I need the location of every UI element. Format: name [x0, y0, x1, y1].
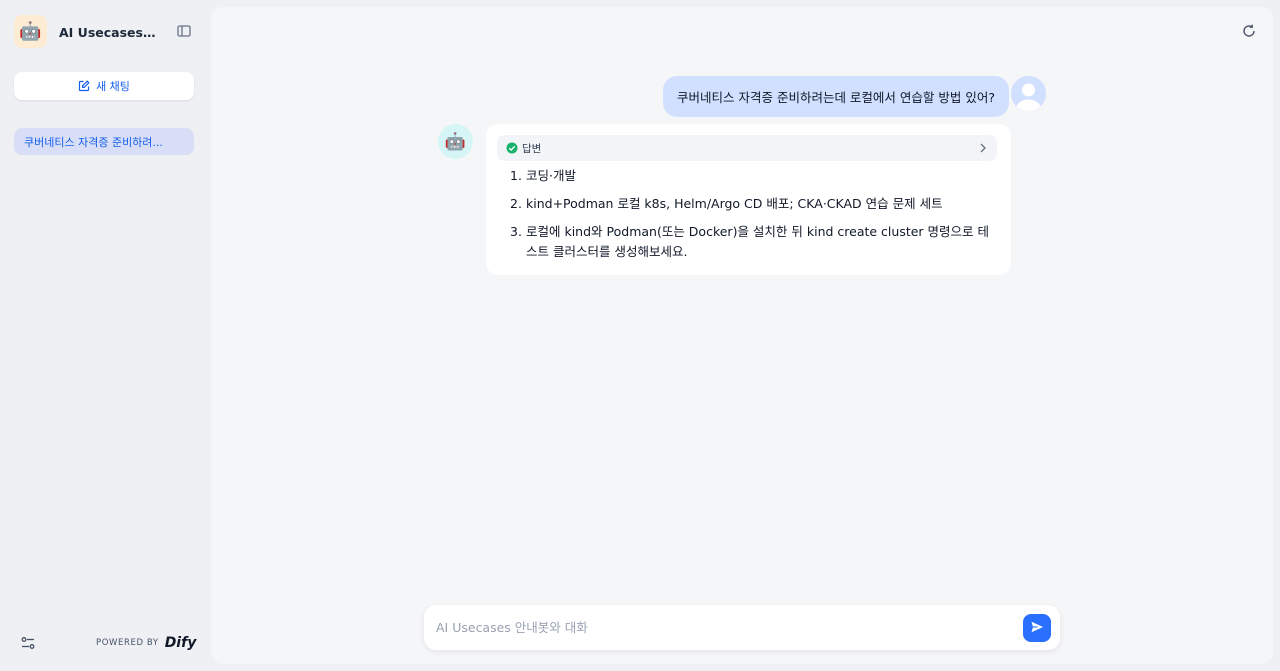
refresh-icon[interactable] — [1241, 23, 1257, 39]
list-number: 2. — [510, 196, 522, 211]
bot-avatar: 🤖 — [438, 124, 473, 159]
user-message: 쿠버네티스 자격증 준비하려는데 로컬에서 연습할 방법 있어? — [663, 76, 1009, 117]
list-item: 2. kind+Podman 로컬 k8s, Helm/Argo CD 배포; … — [510, 194, 1000, 214]
list-text: kind+Podman 로컬 k8s, Helm/Argo CD 배포; CKA… — [526, 196, 943, 211]
new-chat-button[interactable]: 새 채팅 — [14, 72, 194, 100]
app-header: 🤖 AI Usecases 안… — [14, 14, 196, 48]
user-avatar — [1011, 76, 1046, 111]
sidebar: 🤖 AI Usecases 안… 새 채팅 쿠버네티스 자격증 준비하려... … — [0, 0, 211, 671]
powered-by: POWERED BY Dify — [96, 634, 196, 652]
chat-main: 쿠버네티스 자격증 준비하려는데 로컬에서 연습할 방법 있어? 🤖 답변 1.… — [211, 7, 1273, 664]
chevron-right-icon — [978, 142, 988, 154]
robot-icon: 🤖 — [14, 14, 47, 48]
send-button[interactable] — [1023, 614, 1051, 642]
answer-tag-label: 답변 — [522, 142, 542, 155]
new-chat-label: 새 채팅 — [96, 80, 130, 93]
list-text: 로컬에 kind와 Podman(또는 Docker)을 설치한 뒤 kind … — [526, 224, 990, 259]
chat-input-box — [424, 605, 1060, 650]
sliders-icon[interactable] — [20, 635, 36, 651]
list-text: 코딩·개발 — [526, 168, 576, 183]
check-circle-icon — [506, 142, 518, 154]
conversation-item[interactable]: 쿠버네티스 자격증 준비하려... — [14, 128, 194, 155]
list-number: 3. — [510, 224, 522, 239]
answer-list: 1. 코딩·개발 2. kind+Podman 로컬 k8s, Helm/Arg… — [510, 166, 1000, 270]
dify-logo: Dify — [164, 635, 197, 651]
list-item: 1. 코딩·개발 — [510, 166, 1000, 186]
edit-icon — [78, 80, 90, 92]
answer-card: 답변 1. 코딩·개발 2. kind+Podman 로컬 k8s, Helm/… — [486, 124, 1011, 275]
answer-tag[interactable]: 답변 — [497, 135, 997, 161]
powered-label: POWERED BY — [96, 638, 159, 648]
list-item: 3. 로컬에 kind와 Podman(또는 Docker)을 설치한 뒤 ki… — [510, 222, 1000, 262]
sidebar-toggle-icon[interactable] — [176, 23, 192, 39]
send-icon — [1030, 619, 1044, 638]
chat-input[interactable] — [436, 615, 1006, 640]
app-title: AI Usecases 안… — [59, 24, 159, 40]
list-number: 1. — [510, 168, 522, 183]
